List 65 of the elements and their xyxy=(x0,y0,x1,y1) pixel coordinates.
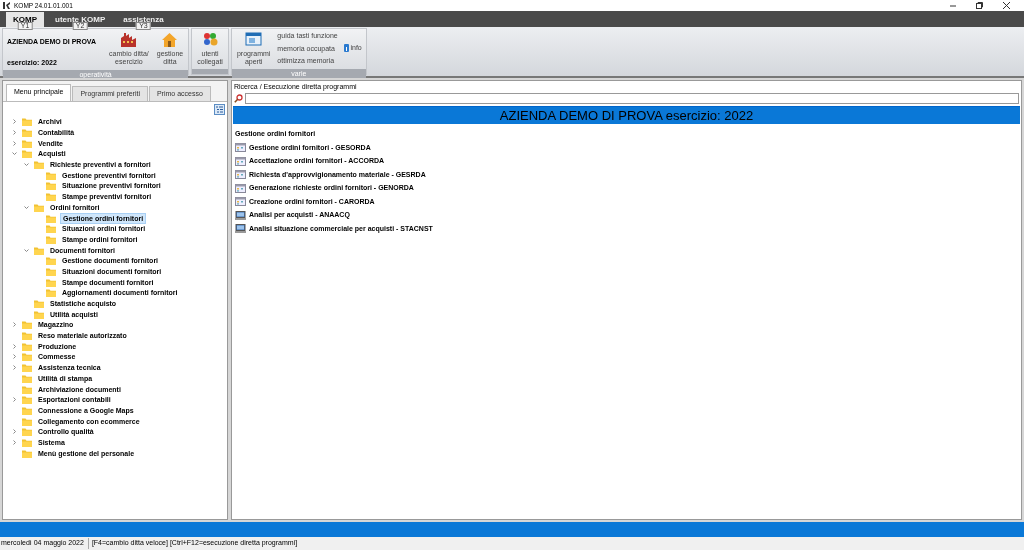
app-logo-icon xyxy=(3,2,11,9)
folder-icon xyxy=(46,213,56,223)
folder-icon xyxy=(22,373,32,383)
collapse-chevron-icon[interactable] xyxy=(23,162,29,168)
computer-icon xyxy=(235,224,246,234)
collapse-chevron-icon[interactable] xyxy=(23,247,29,253)
folder-icon xyxy=(22,138,32,148)
restore-icon[interactable] xyxy=(976,2,983,9)
form-icon xyxy=(235,170,246,180)
form-icon xyxy=(235,156,246,166)
folder-icon xyxy=(22,384,32,394)
folder-icon xyxy=(22,437,32,447)
folder-icon xyxy=(22,117,32,127)
folder-icon xyxy=(34,160,44,170)
folder-icon xyxy=(34,202,44,212)
search-field[interactable] xyxy=(244,92,1020,104)
folder-icon xyxy=(34,309,44,319)
folder-icon xyxy=(22,331,32,341)
folder-icon xyxy=(46,181,56,191)
folder-icon xyxy=(46,170,56,180)
form-icon xyxy=(235,197,246,207)
expand-chevron-icon[interactable] xyxy=(11,365,17,371)
expand-chevron-icon[interactable] xyxy=(11,439,17,445)
close-icon[interactable] xyxy=(1003,2,1010,9)
folder-icon xyxy=(46,192,56,202)
folder-icon xyxy=(46,256,56,266)
folder-icon xyxy=(22,341,32,351)
folder-icon xyxy=(22,395,32,405)
users-icon xyxy=(201,32,219,47)
tree-view-icon[interactable] xyxy=(214,103,226,115)
folder-icon xyxy=(22,363,32,373)
folder-icon xyxy=(22,405,32,415)
expand-chevron-icon[interactable] xyxy=(11,354,17,360)
collapse-chevron-icon[interactable] xyxy=(23,204,29,210)
collapse-chevron-icon[interactable] xyxy=(11,151,17,157)
folder-icon xyxy=(22,128,32,138)
info-icon xyxy=(343,44,349,53)
expand-chevron-icon[interactable] xyxy=(11,130,17,136)
folder-icon xyxy=(22,149,32,159)
folder-icon xyxy=(34,245,44,255)
folder-icon xyxy=(46,277,56,287)
house-icon xyxy=(161,32,179,47)
expand-chevron-icon[interactable] xyxy=(11,343,17,349)
folder-icon xyxy=(22,416,32,426)
minimize-icon[interactable] xyxy=(950,2,956,9)
folder-icon xyxy=(22,427,32,437)
folder-icon xyxy=(22,352,32,362)
expand-chevron-icon[interactable] xyxy=(11,397,17,403)
window-icon xyxy=(245,32,263,47)
expand-chevron-icon[interactable] xyxy=(11,119,17,125)
folder-icon xyxy=(46,224,56,234)
folder-icon xyxy=(46,234,56,244)
factory-icon xyxy=(120,32,138,47)
expand-chevron-icon[interactable] xyxy=(11,140,17,146)
computer-icon xyxy=(235,210,246,220)
folder-icon xyxy=(22,448,32,458)
form-icon xyxy=(235,183,246,193)
company-banner: AZIENDA DEMO DI PROVA esercizio: 2022 xyxy=(233,105,1020,124)
expand-chevron-icon[interactable] xyxy=(11,322,17,328)
form-icon xyxy=(235,143,246,153)
folder-icon xyxy=(22,320,32,330)
folder-icon xyxy=(46,288,56,298)
folder-icon xyxy=(46,266,56,276)
folder-icon xyxy=(34,299,44,309)
expand-chevron-icon[interactable] xyxy=(11,429,17,435)
